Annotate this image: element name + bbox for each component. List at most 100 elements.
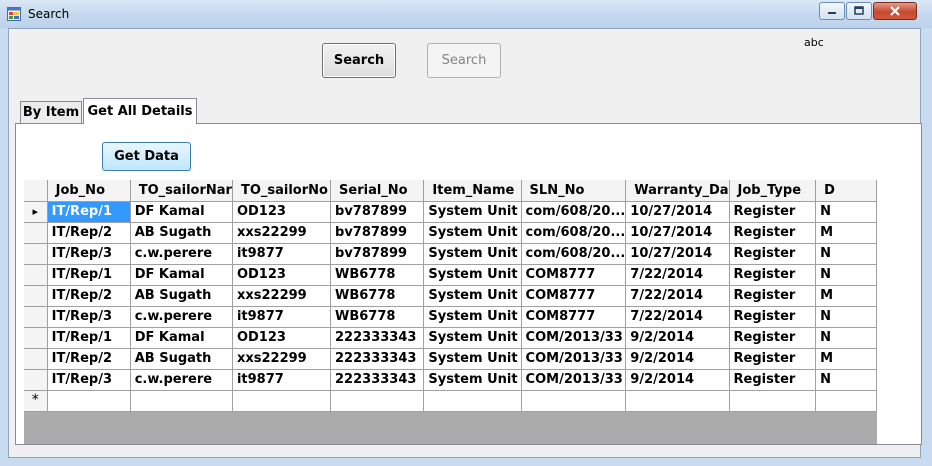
cell-item-name[interactable]: System Unit [423,327,522,349]
cell-sln-no[interactable]: com/608/20... [521,222,627,244]
cell-empty[interactable] [130,390,233,412]
cell-job-type[interactable]: Register [729,285,817,307]
cell-to-sailor-no[interactable]: xxs22299 [232,285,332,307]
cell-sln-no[interactable]: COM8777 [521,285,627,307]
cell-item-name[interactable]: System Unit [423,264,522,286]
cell-serial-no[interactable]: WB6778 [330,264,425,286]
cell-job-type[interactable]: Register [729,201,817,223]
column-header-warranty-date[interactable]: Warranty_Da [625,180,730,202]
cell-d[interactable]: N [815,327,877,349]
row-header-cell[interactable] [24,306,48,328]
cell-d[interactable]: N [815,369,877,391]
cell-d[interactable]: M [815,222,877,244]
minimize-button[interactable] [819,2,845,20]
cell-job-no[interactable]: IT/Rep/2 [47,348,131,370]
cell-job-type[interactable]: Register [729,348,817,370]
cell-serial-no[interactable]: WB6778 [330,285,425,307]
cell-serial-no[interactable]: bv787899 [330,201,425,223]
cell-to-sailor-name[interactable]: DF Kamal [130,201,233,223]
new-row[interactable]: * [24,390,877,412]
cell-to-sailor-no[interactable]: OD123 [232,201,332,223]
cell-to-sailor-no[interactable]: it9877 [232,243,332,265]
table-row[interactable]: IT/Rep/2 AB Sugath xxs22299 WB6778 System Un… [24,285,877,307]
cell-warranty-date[interactable]: 9/2/2014 [625,348,730,370]
cell-serial-no[interactable]: bv787899 [330,243,425,265]
cell-to-sailor-no[interactable]: xxs22299 [232,222,332,244]
cell-d[interactable]: M [815,348,877,370]
table-row[interactable]: IT/Rep/1 DF Kamal OD123 WB6778 System Unit CO… [24,264,877,286]
table-row[interactable]: IT/Rep/3 c.w.perere it9877 222333343 System … [24,369,877,391]
table-row[interactable]: IT/Rep/2 AB Sugath xxs22299 222333343 System… [24,348,877,370]
cell-job-no[interactable]: IT/Rep/1 [47,327,131,349]
cell-empty[interactable] [815,390,877,412]
cell-sln-no[interactable]: COM/2013/33 [521,348,627,370]
table-row[interactable]: IT/Rep/3 c.w.perere it9877 bv787899 System U… [24,243,877,265]
table-row[interactable]: IT/Rep/2 AB Sugath xxs22299 bv787899 System … [24,222,877,244]
cell-job-type[interactable]: Register [729,243,817,265]
row-header-cell[interactable]: * [24,390,48,412]
cell-item-name[interactable]: System Unit [423,285,522,307]
title-bar[interactable]: Search [0,0,932,28]
search-button[interactable]: Search [322,43,396,78]
cell-warranty-date[interactable]: 9/2/2014 [625,327,730,349]
table-row[interactable]: ▸ IT/Rep/1 DF Kamal OD123 bv787899 System Uni… [24,201,877,223]
cell-warranty-date[interactable]: 10/27/2014 [625,201,730,223]
cell-to-sailor-no[interactable]: xxs22299 [232,348,332,370]
cell-warranty-date[interactable]: 10/27/2014 [625,243,730,265]
cell-sln-no[interactable]: COM8777 [521,306,627,328]
cell-job-no[interactable]: IT/Rep/2 [47,285,131,307]
cell-to-sailor-no[interactable]: OD123 [232,327,332,349]
cell-job-type[interactable]: Register [729,327,817,349]
column-header-sln-no[interactable]: SLN_No [521,180,627,202]
cell-empty[interactable] [729,390,817,412]
cell-to-sailor-no[interactable]: it9877 [232,306,332,328]
row-header-cell[interactable]: ▸ [24,201,48,223]
cell-warranty-date[interactable]: 9/2/2014 [625,369,730,391]
cell-job-no[interactable]: IT/Rep/3 [47,243,131,265]
cell-job-no[interactable]: IT/Rep/3 [47,306,131,328]
column-header-d[interactable]: D [815,180,877,202]
cell-d[interactable]: N [815,264,877,286]
cell-empty[interactable] [47,390,131,412]
cell-to-sailor-name[interactable]: AB Sugath [130,285,233,307]
cell-item-name[interactable]: System Unit [423,201,522,223]
cell-d[interactable]: M [815,285,877,307]
cell-item-name[interactable]: System Unit [423,369,522,391]
get-data-button[interactable]: Get Data [102,142,191,171]
row-header-cell[interactable] [24,243,48,265]
cell-warranty-date[interactable]: 7/22/2014 [625,306,730,328]
cell-serial-no[interactable]: 222333343 [330,327,425,349]
cell-d[interactable]: N [815,306,877,328]
tab-by-item[interactable]: By Item [20,101,82,123]
cell-to-sailor-name[interactable]: DF Kamal [130,327,233,349]
cell-to-sailor-no[interactable]: OD123 [232,264,332,286]
cell-to-sailor-name[interactable]: AB Sugath [130,348,233,370]
data-grid[interactable]: Job_No TO_sailorNar TO_sailorNo Serial_N… [24,180,877,444]
table-row[interactable]: IT/Rep/1 DF Kamal OD123 222333343 System Uni… [24,327,877,349]
cell-sln-no[interactable]: COM/2013/33 [521,327,627,349]
row-header-cell[interactable] [24,264,48,286]
cell-warranty-date[interactable]: 7/22/2014 [625,285,730,307]
cell-item-name[interactable]: System Unit [423,222,522,244]
cell-to-sailor-name[interactable]: AB Sugath [130,222,233,244]
row-header-cell[interactable] [24,327,48,349]
cell-warranty-date[interactable]: 7/22/2014 [625,264,730,286]
cell-serial-no[interactable]: 222333343 [330,369,425,391]
cell-job-type[interactable]: Register [729,264,817,286]
cell-sln-no[interactable]: com/608/20... [521,201,627,223]
cell-job-no[interactable]: IT/Rep/3 [47,369,131,391]
cell-empty[interactable] [423,390,522,412]
cell-job-no[interactable]: IT/Rep/1 [47,201,131,223]
row-header-cell[interactable] [24,369,48,391]
cell-to-sailor-no[interactable]: it9877 [232,369,332,391]
cell-to-sailor-name[interactable]: c.w.perere [130,306,233,328]
cell-empty[interactable] [232,390,332,412]
column-header-to-sailor-name[interactable]: TO_sailorNar [130,180,233,202]
column-header-item-name[interactable]: Item_Name [423,180,522,202]
cell-job-no[interactable]: IT/Rep/2 [47,222,131,244]
cell-warranty-date[interactable]: 10/27/2014 [625,222,730,244]
column-header-job-type[interactable]: Job_Type [729,180,817,202]
cell-d[interactable]: N [815,243,877,265]
row-header-cell[interactable] [24,348,48,370]
cell-sln-no[interactable]: COM/2013/33 [521,369,627,391]
